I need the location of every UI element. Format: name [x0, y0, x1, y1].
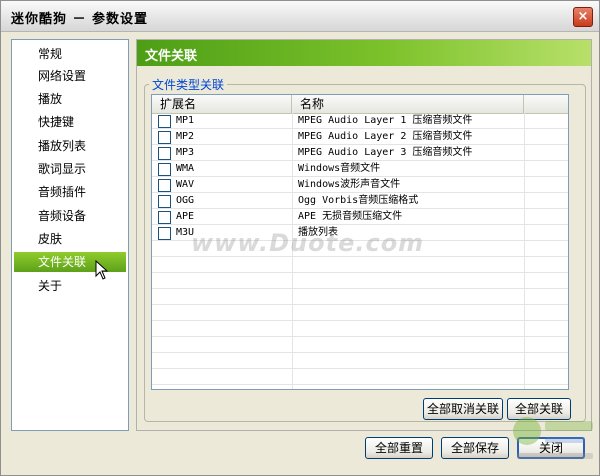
file-type-list[interactable]: 扩展名 名称 MP1 MPEG Audio Layer 1 压缩音频文件 MP2… — [151, 94, 569, 390]
mouse-pointer-icon — [95, 260, 109, 280]
row-checkbox[interactable] — [158, 131, 171, 144]
empty-row — [152, 321, 568, 337]
sidebar-item-skin[interactable]: 皮肤 — [14, 229, 126, 249]
table-row[interactable]: APE APE 无损音频压缩文件 — [152, 209, 568, 225]
sidebar-item-network[interactable]: 网络设置 — [14, 66, 126, 86]
window-close-button[interactable]: × — [573, 7, 593, 27]
save-all-button[interactable]: 全部保存 — [441, 437, 509, 459]
sidebar-item-audio-plugins[interactable]: 音频插件 — [14, 182, 126, 202]
row-extension: WAV — [176, 179, 195, 190]
sidebar-item-audio-device[interactable]: 音频设备 — [14, 206, 126, 226]
sidebar-item-hotkeys[interactable]: 快捷键 — [14, 112, 126, 132]
panel-header: 文件关联 — [137, 40, 591, 66]
group-label: 文件类型关联 — [149, 76, 228, 93]
settings-window: 迷你酷狗 － 参数设置 × 常规 网络设置 播放 快捷键 播放列表 歌词显示 音… — [0, 0, 600, 476]
column-header-name[interactable]: 名称 — [292, 95, 524, 113]
row-name: 播放列表 — [298, 227, 338, 238]
row-extension: MP3 — [176, 147, 195, 158]
row-name: APE 无损音频压缩文件 — [298, 211, 403, 222]
row-name: MPEG Audio Layer 3 压缩音频文件 — [298, 147, 473, 158]
empty-row — [152, 337, 568, 353]
sidebar-item-about[interactable]: 关于 — [14, 276, 126, 296]
empty-row — [152, 289, 568, 305]
row-checkbox[interactable] — [158, 227, 171, 240]
column-header-extension[interactable]: 扩展名 — [152, 95, 292, 113]
row-checkbox[interactable] — [158, 147, 171, 160]
settings-panel: 文件关联 文件类型关联 扩展名 名称 MP1 MPEG Audio Layer … — [136, 39, 592, 431]
sidebar-item-playback[interactable]: 播放 — [14, 89, 126, 109]
title-bar[interactable]: 迷你酷狗 － 参数设置 × — [1, 1, 599, 32]
row-extension: APE — [176, 211, 195, 222]
empty-row — [152, 257, 568, 273]
row-name: MPEG Audio Layer 2 压缩音频文件 — [298, 131, 473, 142]
row-extension: OGG — [176, 195, 195, 206]
row-extension: MP2 — [176, 131, 195, 142]
empty-row — [152, 241, 568, 257]
window-title: 迷你酷狗 － 参数设置 — [11, 12, 149, 27]
row-extension: WMA — [176, 163, 195, 174]
row-extension: M3U — [176, 227, 195, 238]
row-extension: MP1 — [176, 115, 195, 126]
row-checkbox[interactable] — [158, 115, 171, 128]
table-row[interactable]: M3U 播放列表 — [152, 225, 568, 241]
table-row[interactable]: WAV Windows波形声音文件 — [152, 177, 568, 193]
table-row[interactable]: MP2 MPEG Audio Layer 2 压缩音频文件 — [152, 129, 568, 145]
empty-row — [152, 353, 568, 369]
sidebar-item-lyrics[interactable]: 歌词显示 — [14, 159, 126, 179]
row-name: Windows音频文件 — [298, 163, 381, 174]
table-row[interactable]: MP1 MPEG Audio Layer 1 压缩音频文件 — [152, 113, 568, 129]
unassociate-all-button[interactable]: 全部取消关联 — [423, 398, 503, 420]
row-checkbox[interactable] — [158, 195, 171, 208]
panel-title: 文件关联 — [145, 49, 198, 64]
row-name: Ogg Vorbis音频压缩格式 — [298, 195, 419, 206]
list-header: 扩展名 名称 — [152, 95, 568, 114]
sidebar-item-playlist[interactable]: 播放列表 — [14, 136, 126, 156]
sidebar-item-general[interactable]: 常规 — [14, 44, 126, 64]
row-checkbox[interactable] — [158, 163, 171, 176]
table-row[interactable]: MP3 MPEG Audio Layer 3 压缩音频文件 — [152, 145, 568, 161]
row-name: Windows波形声音文件 — [298, 179, 401, 190]
empty-row — [152, 273, 568, 289]
column-header-spacer — [524, 95, 568, 113]
empty-row — [152, 305, 568, 321]
reset-all-button[interactable]: 全部重置 — [365, 437, 433, 459]
table-row[interactable]: WMA Windows音频文件 — [152, 161, 568, 177]
empty-row — [152, 369, 568, 385]
row-name: MPEG Audio Layer 1 压缩音频文件 — [298, 115, 473, 126]
close-button[interactable]: 关闭 — [517, 437, 585, 459]
sidebar-item-file-association[interactable]: 文件关联 — [14, 252, 126, 272]
associate-all-button[interactable]: 全部关联 — [507, 398, 571, 420]
table-row[interactable]: OGG Ogg Vorbis音频压缩格式 — [152, 193, 568, 209]
settings-category-list[interactable]: 常规 网络设置 播放 快捷键 播放列表 歌词显示 音频插件 音频设备 皮肤 文件… — [11, 39, 129, 431]
row-checkbox[interactable] — [158, 211, 171, 224]
row-checkbox[interactable] — [158, 179, 171, 192]
